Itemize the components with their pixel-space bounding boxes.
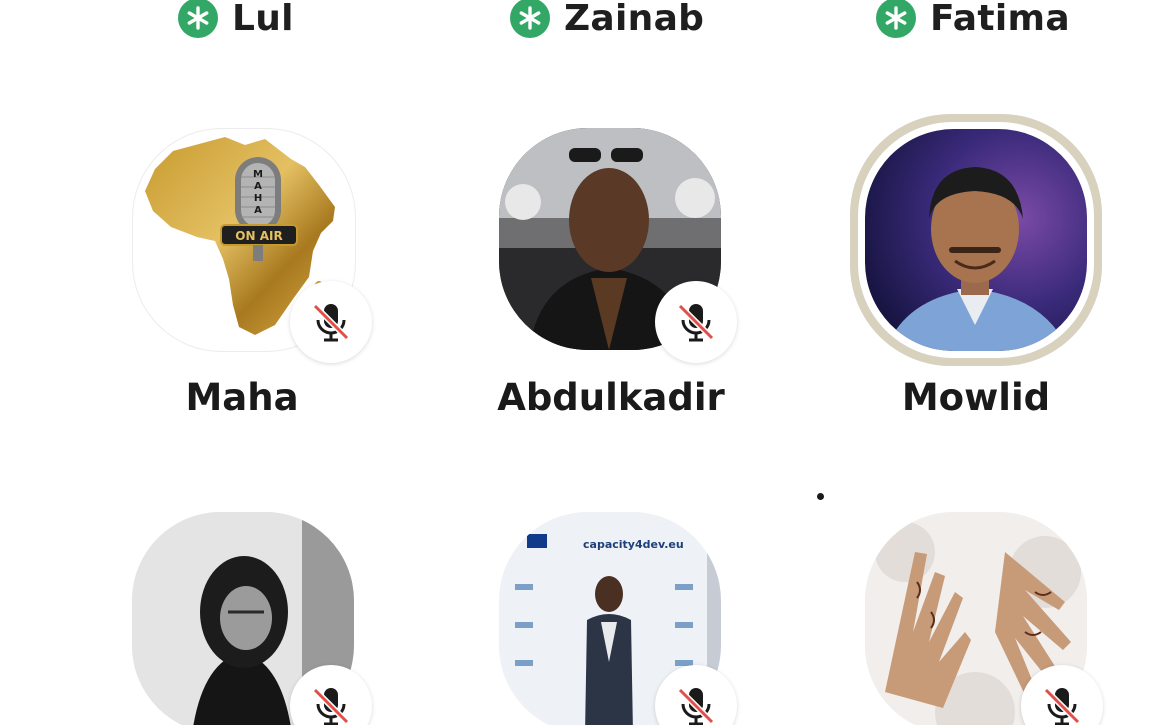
svg-text:ON AIR: ON AIR <box>235 229 282 243</box>
muted-mic-badge <box>290 281 372 363</box>
mic-off-icon <box>677 303 715 342</box>
mic-off-icon <box>677 687 715 725</box>
moderator-zainab[interactable]: Zainab <box>510 0 704 40</box>
muted-mic-badge <box>655 281 737 363</box>
svg-text:A: A <box>254 181 262 192</box>
moderator-name: Zainab <box>564 0 705 39</box>
mic-off-icon <box>312 303 350 342</box>
mic-off-icon <box>1043 687 1081 725</box>
speaker-name-mowlid: Mowlid <box>901 376 1051 419</box>
banner-text: capacity4dev.eu <box>583 538 684 551</box>
asterisk-icon <box>510 0 550 38</box>
asterisk-icon <box>876 0 916 38</box>
moderator-fatima[interactable]: Fatima <box>876 0 1070 40</box>
room-stage: Lul Zainab Fatima M A H A ON AIR Maha Ab… <box>0 0 1170 725</box>
asterisk-icon <box>178 0 218 38</box>
mowlid-illustration <box>865 129 1087 351</box>
speaker-name-maha: Maha <box>185 376 299 419</box>
speaker-name-abdulkadir: Abdulkadir <box>497 376 725 419</box>
moderator-name: Lul <box>232 0 294 39</box>
avatar-mowlid[interactable] <box>865 129 1087 351</box>
status-dot <box>817 493 824 500</box>
svg-text:H: H <box>254 193 262 204</box>
moderator-lul[interactable]: Lul <box>178 0 294 40</box>
svg-text:A: A <box>254 205 262 216</box>
moderator-name: Fatima <box>930 0 1070 39</box>
maha-logo-text: M <box>253 169 263 180</box>
mic-off-icon <box>312 687 350 725</box>
